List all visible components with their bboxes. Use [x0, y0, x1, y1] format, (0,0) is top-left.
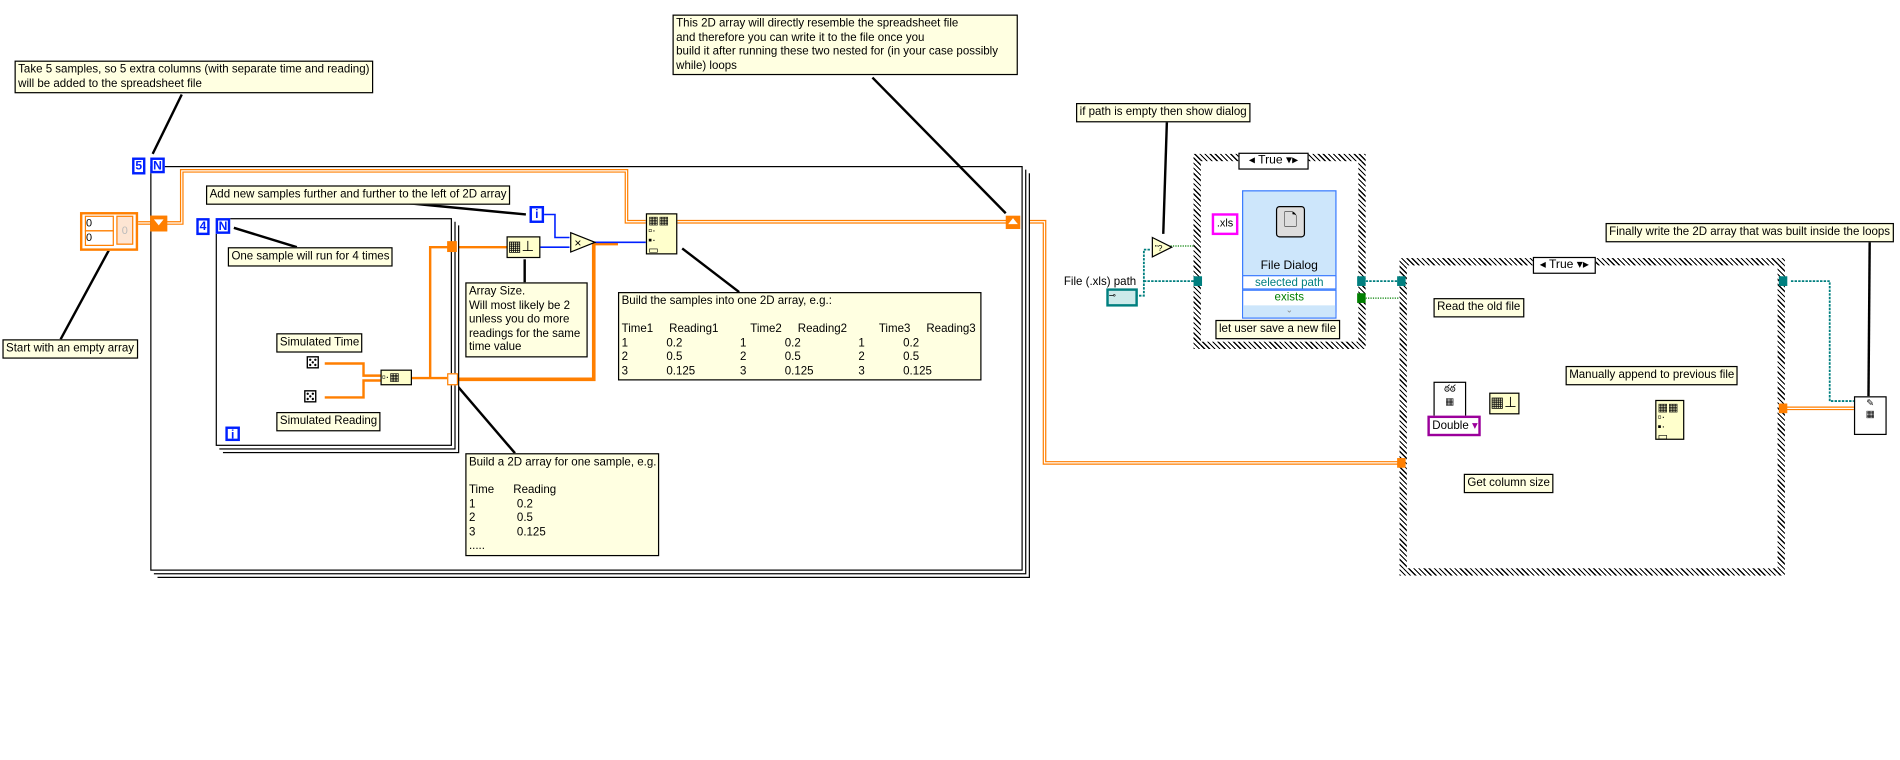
file-path-control[interactable]: ⊸ — [1106, 288, 1138, 307]
multiply-node[interactable]: × — [570, 231, 597, 253]
pattern-constant[interactable]: .xls — [1211, 213, 1239, 236]
build-array-node[interactable]: ▫·▦ — [380, 369, 412, 386]
array-size-node[interactable]: ▦⊥ — [506, 236, 541, 259]
double-value: Double — [1432, 419, 1469, 433]
empty-array-constant[interactable]: 0 0 0 — [79, 212, 139, 251]
tunnel-path-in[interactable] — [1397, 276, 1406, 286]
note-array-size: Array Size. Will most likely be 2 unless… — [465, 282, 588, 357]
note-resemble: This 2D array will directly resemble the… — [672, 14, 1018, 76]
path-wire-out — [1790, 280, 1854, 402]
shift-register-right[interactable] — [1005, 215, 1021, 230]
simulated-time-label: Simulated Time — [276, 333, 363, 353]
dice-icon-time[interactable]: ⚄ — [305, 353, 320, 374]
insert-into-array-node-2[interactable]: ▦▦ ▫· ▪· ▭ — [1655, 399, 1685, 443]
tunnel-array-in[interactable] — [1397, 458, 1406, 468]
case2-selector[interactable]: ◂ True ▾▸ — [1532, 256, 1596, 274]
exists-output[interactable]: exists — [1243, 291, 1335, 306]
note-take-samples: Take 5 samples, so 5 extra columns (with… — [14, 60, 374, 94]
path-icon: ⊸ — [1108, 292, 1116, 301]
note-save-new: let user save a new file — [1215, 319, 1340, 339]
file-dialog-icon: 🗋 — [1275, 205, 1306, 238]
write-spreadsheet-node[interactable]: ✎ ▦ — [1853, 396, 1887, 436]
tunnel-exists-out[interactable] — [1357, 293, 1366, 303]
insert-into-array-node[interactable]: ▦▦ ▫· ▪· ▭ — [645, 213, 678, 256]
double-type-constant[interactable]: Double ▾ — [1427, 415, 1481, 437]
note-path-empty: if path is empty then show dialog — [1076, 102, 1251, 122]
note-build-one: Build a 2D array for one sample, e.g. Ti… — [465, 453, 660, 556]
case2-selector-value: True — [1548, 258, 1574, 272]
indexing-tunnel-out[interactable] — [447, 373, 459, 386]
tunnel-path-in-case1[interactable] — [1193, 276, 1203, 286]
empty-path-icon: "? — [1155, 243, 1163, 253]
outer-loop-n-terminal[interactable]: N — [150, 157, 165, 174]
multiply-symbol: × — [574, 236, 581, 250]
array-size-icon: ▦⊥ — [1490, 393, 1517, 411]
outer-loop-i-terminal[interactable]: i — [529, 205, 545, 223]
array-index-1[interactable]: 0 — [84, 215, 114, 232]
tunnel-path-out-case1[interactable] — [1357, 276, 1366, 286]
build-array-icon: ▫·▦ — [381, 370, 400, 383]
build-array-icon: ▦▦ ▫· ▪· ▭ — [1657, 401, 1679, 443]
inner-loop-count-constant[interactable]: 4 — [196, 218, 210, 236]
inner-loop-n-terminal[interactable]: N — [215, 218, 231, 234]
note-build-samples: Build the samples into one 2D array, e.g… — [617, 292, 982, 381]
arrow-empty-array — [59, 238, 117, 340]
expand-icon[interactable]: ⌄ — [1243, 305, 1336, 318]
inner-loop-i-terminal[interactable]: i — [225, 426, 240, 442]
arrow-path-empty — [1162, 121, 1169, 234]
simulated-reading-label: Simulated Reading — [276, 411, 381, 431]
note-one-sample: One sample will run for 4 times — [227, 247, 394, 266]
tunnel-path-out-case2[interactable] — [1778, 276, 1788, 286]
array-index-2[interactable]: 0 — [84, 230, 114, 246]
case1-selector[interactable]: ◂ True ▾▸ — [1238, 152, 1309, 170]
note-empty-array: Start with an empty array — [2, 339, 138, 359]
outer-loop-count-constant[interactable]: 5 — [132, 157, 146, 175]
selected-path-output-row[interactable]: selected path — [1242, 275, 1337, 290]
arrow-finally — [1867, 239, 1871, 397]
build-array-icon: ▦▦ ▫· ▪· ▭ — [648, 214, 669, 256]
dropdown-icon: ▾ — [1471, 419, 1478, 433]
indexing-tunnel-in[interactable] — [447, 241, 457, 253]
arrow-take-samples — [151, 93, 183, 155]
tunnel-array-out[interactable] — [1778, 403, 1788, 414]
note-add-left: Add new samples further and further to t… — [205, 185, 511, 205]
file-dialog-title: File Dialog — [1260, 259, 1318, 273]
note-read-old: Read the old file — [1433, 298, 1524, 317]
glasses-icon: ఠఠ ▦ — [1444, 382, 1456, 408]
note-finally-write: Finally write the 2D array that was buil… — [1605, 222, 1894, 242]
file-dialog-outputs: exists ⌄ — [1242, 289, 1337, 319]
array-element[interactable]: 0 — [116, 215, 134, 245]
empty-path-node[interactable]: "? — [1151, 236, 1173, 258]
file-path-label: File (.xls) path — [1063, 275, 1137, 289]
array-size-icon: ▦⊥ — [507, 237, 535, 255]
shift-register-left[interactable] — [150, 215, 168, 232]
note-column-size: Get column size — [1463, 473, 1554, 493]
case1-selector-value: True — [1258, 153, 1283, 168]
pencil-icon: ✎ ▦ — [1865, 397, 1875, 420]
dice-icon-reading[interactable]: ⚄ — [303, 387, 318, 408]
array-size-node-2[interactable]: ▦⊥ — [1489, 392, 1520, 415]
note-append: Manually append to previous file — [1565, 365, 1738, 385]
